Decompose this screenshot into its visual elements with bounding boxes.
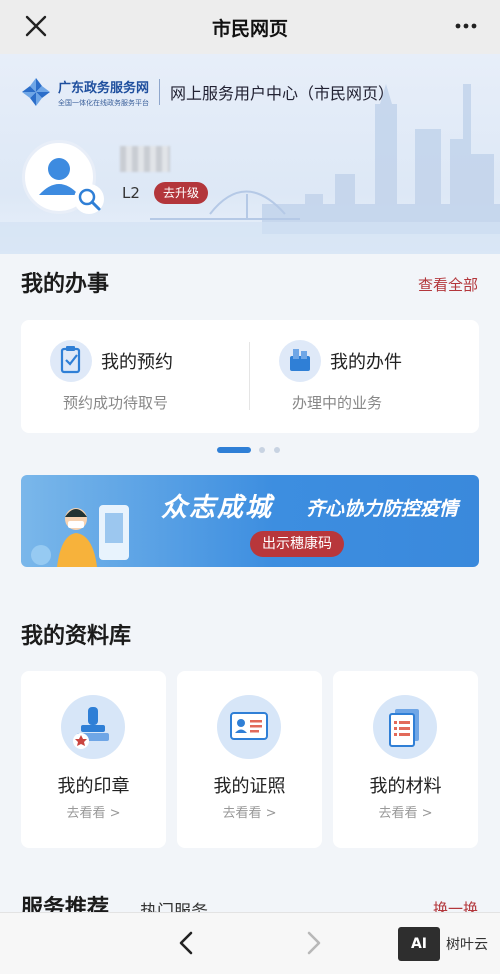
logo-tagline: 全国一体化在线政务服务平台: [58, 98, 149, 107]
banner-title: 众志成城: [161, 493, 274, 523]
my-seal-card[interactable]: 我的印章 去看看 >: [21, 671, 166, 848]
my-cases-title: 我的办件: [330, 352, 402, 373]
top-bar: 市民网页: [0, 0, 500, 54]
view-all-link[interactable]: 查看全部: [418, 274, 478, 295]
more-icon[interactable]: [454, 16, 478, 36]
my-materials-card[interactable]: 我的材料 去看看 >: [333, 671, 478, 848]
close-icon[interactable]: [22, 12, 50, 40]
profile-header: 广东政务服务网 全国一体化在线政务服务平台 网上服务用户中心（市民网页） L2 …: [0, 54, 500, 254]
user-level: L2: [122, 184, 140, 202]
back-arrow-icon[interactable]: [174, 929, 198, 957]
watermark-text: 树叶云: [446, 937, 488, 953]
bottom-nav-bar: AI 树叶云: [0, 912, 500, 974]
my-license-card[interactable]: 我的证照 去看看 >: [177, 671, 322, 848]
seal-icon: [61, 695, 125, 759]
forward-arrow-icon[interactable]: [302, 929, 326, 957]
my-appointment-title: 我的预约: [101, 352, 173, 373]
watermark-logo: AI: [398, 927, 440, 961]
header-subtitle: 网上服务用户中心（市民网页）: [170, 84, 395, 103]
my-appointment-item[interactable]: 我的预约 预约成功待取号: [21, 320, 250, 433]
my-license-title: 我的证照: [213, 776, 286, 797]
username-blurred: [120, 146, 170, 172]
indicator-dot: [274, 447, 280, 453]
logo-name: 广东政务服务网: [58, 80, 150, 96]
carousel-indicator: [0, 447, 500, 455]
my-license-link[interactable]: 去看看 >: [177, 802, 322, 821]
my-seal-link[interactable]: 去看看 >: [21, 802, 166, 821]
indicator-active: [217, 447, 251, 453]
my-seal-title: 我的印章: [57, 776, 130, 797]
my-affairs-card: 我的预约 预约成功待取号 我的办件 办理中的业务: [21, 320, 479, 433]
health-worker-illustration: [31, 505, 129, 567]
banner-subtitle: 齐心协力防控疫情: [306, 498, 459, 520]
appointment-icon: [50, 340, 92, 382]
search-icon[interactable]: [74, 184, 104, 214]
my-cases-item[interactable]: 我的办件 办理中的业务: [250, 320, 479, 433]
materials-icon: [373, 695, 437, 759]
my-appointment-subtitle: 预约成功待取号: [63, 394, 169, 412]
my-affairs-title: 我的办事: [21, 272, 110, 297]
upgrade-button[interactable]: 去升级: [154, 182, 209, 204]
license-icon: [217, 695, 281, 759]
logo-divider: [159, 79, 161, 105]
watermark: AI 树叶云: [398, 927, 488, 961]
cases-icon: [279, 340, 321, 382]
show-health-code-button[interactable]: 出示穗康码: [250, 531, 344, 557]
guangdong-logo-icon: [22, 78, 50, 106]
page-title: 市民网页: [211, 17, 288, 40]
site-logo: 广东政务服务网 全国一体化在线政务服务平台 网上服务用户中心（市民网页）: [20, 76, 394, 108]
epidemic-banner[interactable]: 众志成城 齐心协力防控疫情 出示穗康码: [21, 475, 479, 567]
my-materials-title: 我的材料: [369, 776, 442, 797]
my-cases-subtitle: 办理中的业务: [292, 394, 383, 412]
indicator-dot: [259, 447, 265, 453]
library-title: 我的资料库: [21, 624, 132, 649]
my-materials-link[interactable]: 去看看 >: [333, 802, 478, 821]
